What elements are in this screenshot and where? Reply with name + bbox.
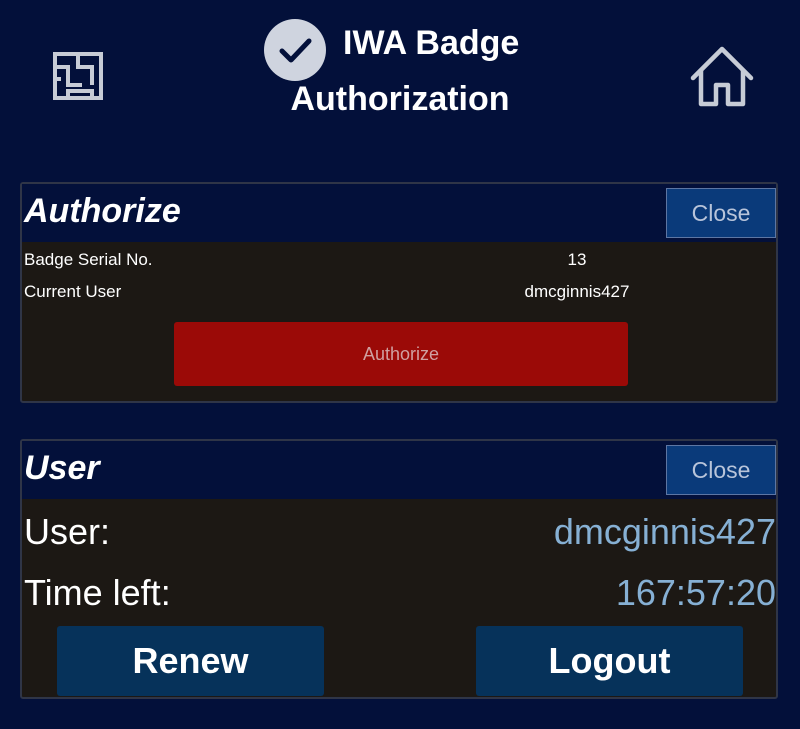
user-value: dmcginnis427 bbox=[553, 511, 776, 552]
home-icon[interactable] bbox=[689, 44, 755, 108]
authorize-button[interactable]: Authorize bbox=[174, 322, 628, 386]
user-panel: User Close User: dmcginnis427 Time left:… bbox=[20, 439, 778, 699]
page-title-line1: IWA Badge bbox=[343, 24, 520, 62]
badge-serial-value: 13 bbox=[567, 250, 587, 269]
current-user-value: dmcginnis427 bbox=[524, 282, 630, 301]
user-panel-title: User bbox=[24, 449, 100, 487]
check-circle-icon bbox=[264, 19, 326, 81]
renew-button[interactable]: Renew bbox=[57, 626, 324, 696]
badge-serial-label: Badge Serial No. bbox=[24, 250, 153, 269]
user-close-button[interactable]: Close bbox=[666, 445, 776, 495]
user-panel-header: User Close bbox=[22, 441, 776, 499]
user-label: User: bbox=[24, 511, 111, 552]
authorize-panel-title: Authorize bbox=[24, 192, 181, 230]
logout-button[interactable]: Logout bbox=[476, 626, 743, 696]
app-header: IWA Badge Authorization bbox=[0, 0, 800, 150]
authorize-panel: Authorize Close Badge Serial No. 13 Curr… bbox=[20, 182, 778, 403]
page-title-line2: Authorization bbox=[290, 80, 510, 118]
current-user-label: Current User bbox=[24, 282, 122, 301]
authorize-panel-header: Authorize Close bbox=[22, 184, 776, 242]
time-left-value: 167:57:20 bbox=[615, 572, 776, 613]
time-left-label: Time left: bbox=[24, 572, 171, 613]
authorize-close-button[interactable]: Close bbox=[666, 188, 776, 238]
